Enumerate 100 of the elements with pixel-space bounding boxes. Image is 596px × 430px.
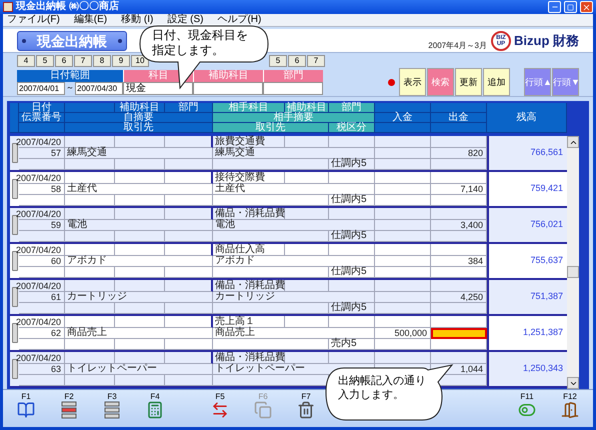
month-tab[interactable]: 4: [17, 55, 35, 67]
table-cell: 仕調内5: [329, 303, 375, 314]
function-key[interactable]: F11: [512, 392, 542, 419]
table-cell: 電池: [213, 220, 375, 231]
table-cell: [65, 172, 115, 184]
app-icon: [3, 2, 13, 12]
close-button[interactable]: [580, 1, 593, 13]
month-tab[interactable]: 5: [269, 55, 287, 67]
table-cell: [431, 208, 487, 220]
date-from-field[interactable]: 2007/04/01: [17, 82, 65, 94]
toolbar-button[interactable]: 更新: [455, 68, 482, 96]
table-cell: [115, 316, 165, 328]
function-key[interactable]: F7: [291, 392, 321, 419]
scroll-down-button[interactable]: [567, 377, 579, 389]
month-tab[interactable]: 8: [93, 55, 111, 67]
function-key[interactable]: F3: [97, 392, 127, 419]
table-cell: [285, 352, 329, 364]
table-cell: 備品・消耗品費: [213, 208, 285, 220]
table-cell: 2007/04/20: [19, 172, 65, 184]
toolbar-button[interactable]: 追加: [483, 68, 510, 96]
month-tab[interactable]: 6: [288, 55, 306, 67]
month-tab[interactable]: 7: [74, 55, 92, 67]
menu-item[interactable]: 移動 (I): [121, 14, 154, 26]
table-cell: 7,140: [431, 184, 487, 195]
account-field[interactable]: 現金: [123, 82, 193, 94]
table-cell: [65, 280, 115, 292]
scroll-thumb[interactable]: [567, 266, 579, 278]
month-tab[interactable]: 7: [307, 55, 325, 67]
table-cell: 土産代: [65, 184, 213, 195]
header-cell: [431, 123, 487, 133]
row-handle[interactable]: [12, 323, 18, 343]
table-cell: [375, 220, 431, 231]
menu-item[interactable]: 編集(E): [74, 14, 108, 26]
input-field[interactable]: [431, 328, 487, 339]
callout-text: 出納帳記入の通り入力します。: [338, 374, 427, 402]
table-cell: [115, 280, 165, 292]
row-handle[interactable]: [12, 215, 18, 235]
table-cell: 仕調内5: [329, 159, 375, 170]
sub-account-field[interactable]: [193, 82, 263, 94]
swap-icon: [211, 401, 229, 419]
department-field[interactable]: [263, 82, 323, 94]
column-header: 自摘要: [65, 113, 213, 123]
month-tab[interactable]: 6: [55, 55, 73, 67]
door-icon: [561, 401, 579, 419]
menu-item[interactable]: ファイル(F): [7, 14, 60, 26]
calculator-icon: [146, 401, 164, 419]
table-cell: [115, 244, 165, 256]
table-cell: 接待交際費: [213, 172, 285, 184]
row-handle[interactable]: [12, 179, 18, 199]
filter-label: 日付範囲: [17, 70, 123, 82]
function-key[interactable]: F2: [54, 392, 84, 419]
table-cell: 仕調内5: [329, 231, 375, 242]
date-to-field[interactable]: 2007/04/30: [75, 82, 123, 94]
header-cell: [375, 103, 431, 113]
table-cell: [375, 280, 431, 292]
table-cell: 2007/04/20: [19, 136, 65, 148]
table-cell: 57: [19, 148, 65, 159]
column-header: 取引先: [213, 123, 329, 133]
row-handle[interactable]: [12, 359, 18, 379]
table-cell: [375, 148, 431, 159]
table-cell: [431, 352, 487, 364]
month-tab[interactable]: 5: [36, 55, 54, 67]
scrollbar[interactable]: [567, 136, 579, 389]
function-key[interactable]: F4: [140, 392, 170, 419]
function-key[interactable]: F12: [555, 392, 585, 419]
table-cell: 63: [19, 364, 65, 375]
function-key[interactable]: F1: [11, 392, 41, 419]
table-cell: [329, 172, 375, 184]
table-cell: [329, 352, 375, 364]
bullet-icon: [22, 38, 26, 42]
table-cell: 2007/04/20: [19, 316, 65, 328]
table-cell: [65, 244, 115, 256]
table-cell: [285, 172, 329, 184]
table-cell: [285, 208, 329, 220]
toolbar-button[interactable]: 表示: [399, 68, 426, 96]
row-handle[interactable]: [12, 287, 18, 307]
table-cell: [329, 244, 375, 256]
table-cell: 2007/04/20: [19, 244, 65, 256]
table-cell: 4,250: [431, 292, 487, 303]
table-cell: 電池: [65, 220, 213, 231]
function-key[interactable]: F5: [205, 392, 235, 419]
maximize-button[interactable]: [564, 1, 577, 13]
scroll-up-button[interactable]: [567, 136, 579, 148]
table-cell: [375, 316, 431, 328]
table-cell: [431, 172, 487, 184]
column-header: 日付: [19, 103, 65, 113]
table-cell: 58: [19, 184, 65, 195]
month-tab[interactable]: 9: [112, 55, 130, 67]
minimize-button[interactable]: [548, 1, 561, 13]
copy-icon: [254, 401, 272, 419]
table-cell: 売上高１: [213, 316, 285, 328]
table-cell: [375, 244, 431, 256]
table-cell: 練馬交通: [213, 148, 375, 159]
table-cell: 3,400: [431, 220, 487, 231]
row-handle[interactable]: [12, 251, 18, 271]
table-cell: [115, 172, 165, 184]
row-handle[interactable]: [12, 143, 18, 163]
header-cell: [65, 103, 115, 113]
table-cell: [65, 136, 115, 148]
bullet-icon: [118, 38, 122, 42]
